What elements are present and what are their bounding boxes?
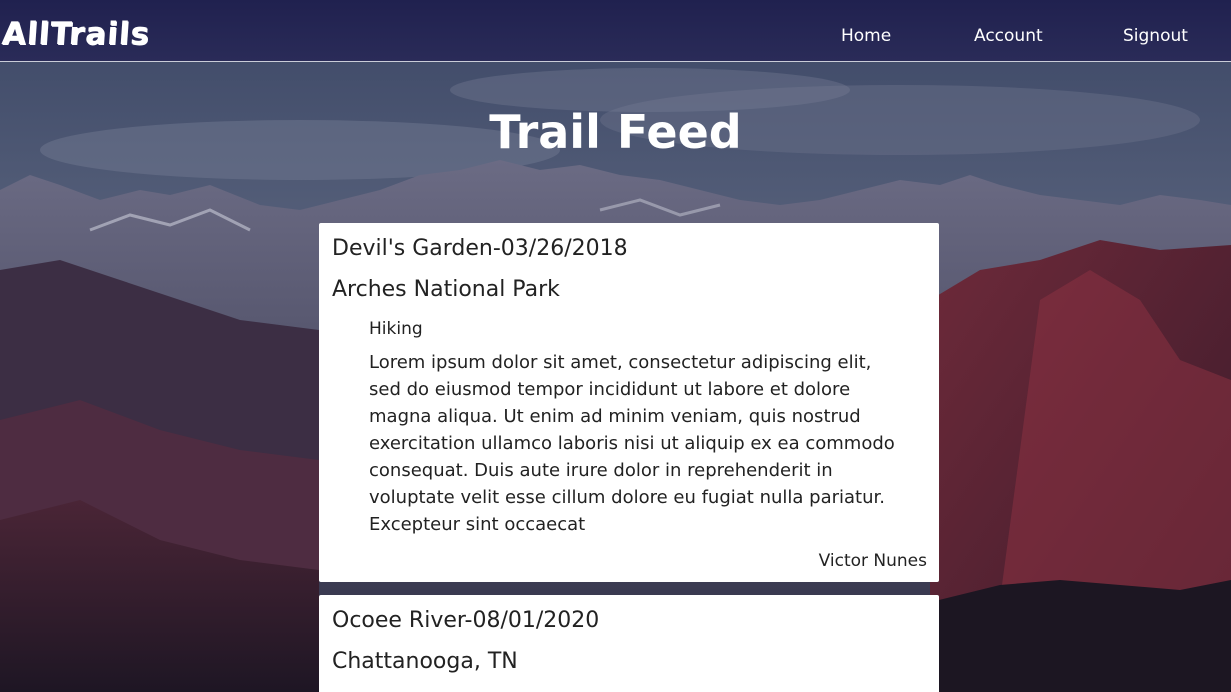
post-title: Ocoee River-08/01/2020: [332, 608, 600, 633]
nav-signout-link[interactable]: Signout: [1123, 23, 1188, 49]
post-description: Lorem ipsum dolor sit amet, consectetur …: [369, 352, 895, 535]
top-navbar: AllTrails Home Account Signout: [0, 0, 1231, 62]
trail-post-card: Devil's Garden-03/26/2018 Arches Nationa…: [319, 223, 939, 582]
page: AllTrails Home Account Signout Trail Fee…: [0, 0, 1231, 692]
alltrails-logo[interactable]: AllTrails: [1, 14, 152, 54]
post-author: Victor Nunes: [818, 551, 927, 571]
post-location: Arches National Park: [332, 277, 560, 302]
post-location: Chattanooga, TN: [332, 649, 518, 674]
nav-account-link[interactable]: Account: [974, 23, 1043, 49]
post-activity: Hiking: [369, 319, 423, 339]
page-title: Trail Feed: [489, 105, 742, 159]
nav-home-link[interactable]: Home: [841, 23, 891, 49]
trail-post-card: Ocoee River-08/01/2020 Chattanooga, TN: [319, 595, 939, 692]
post-title: Devil's Garden-03/26/2018: [332, 236, 628, 261]
